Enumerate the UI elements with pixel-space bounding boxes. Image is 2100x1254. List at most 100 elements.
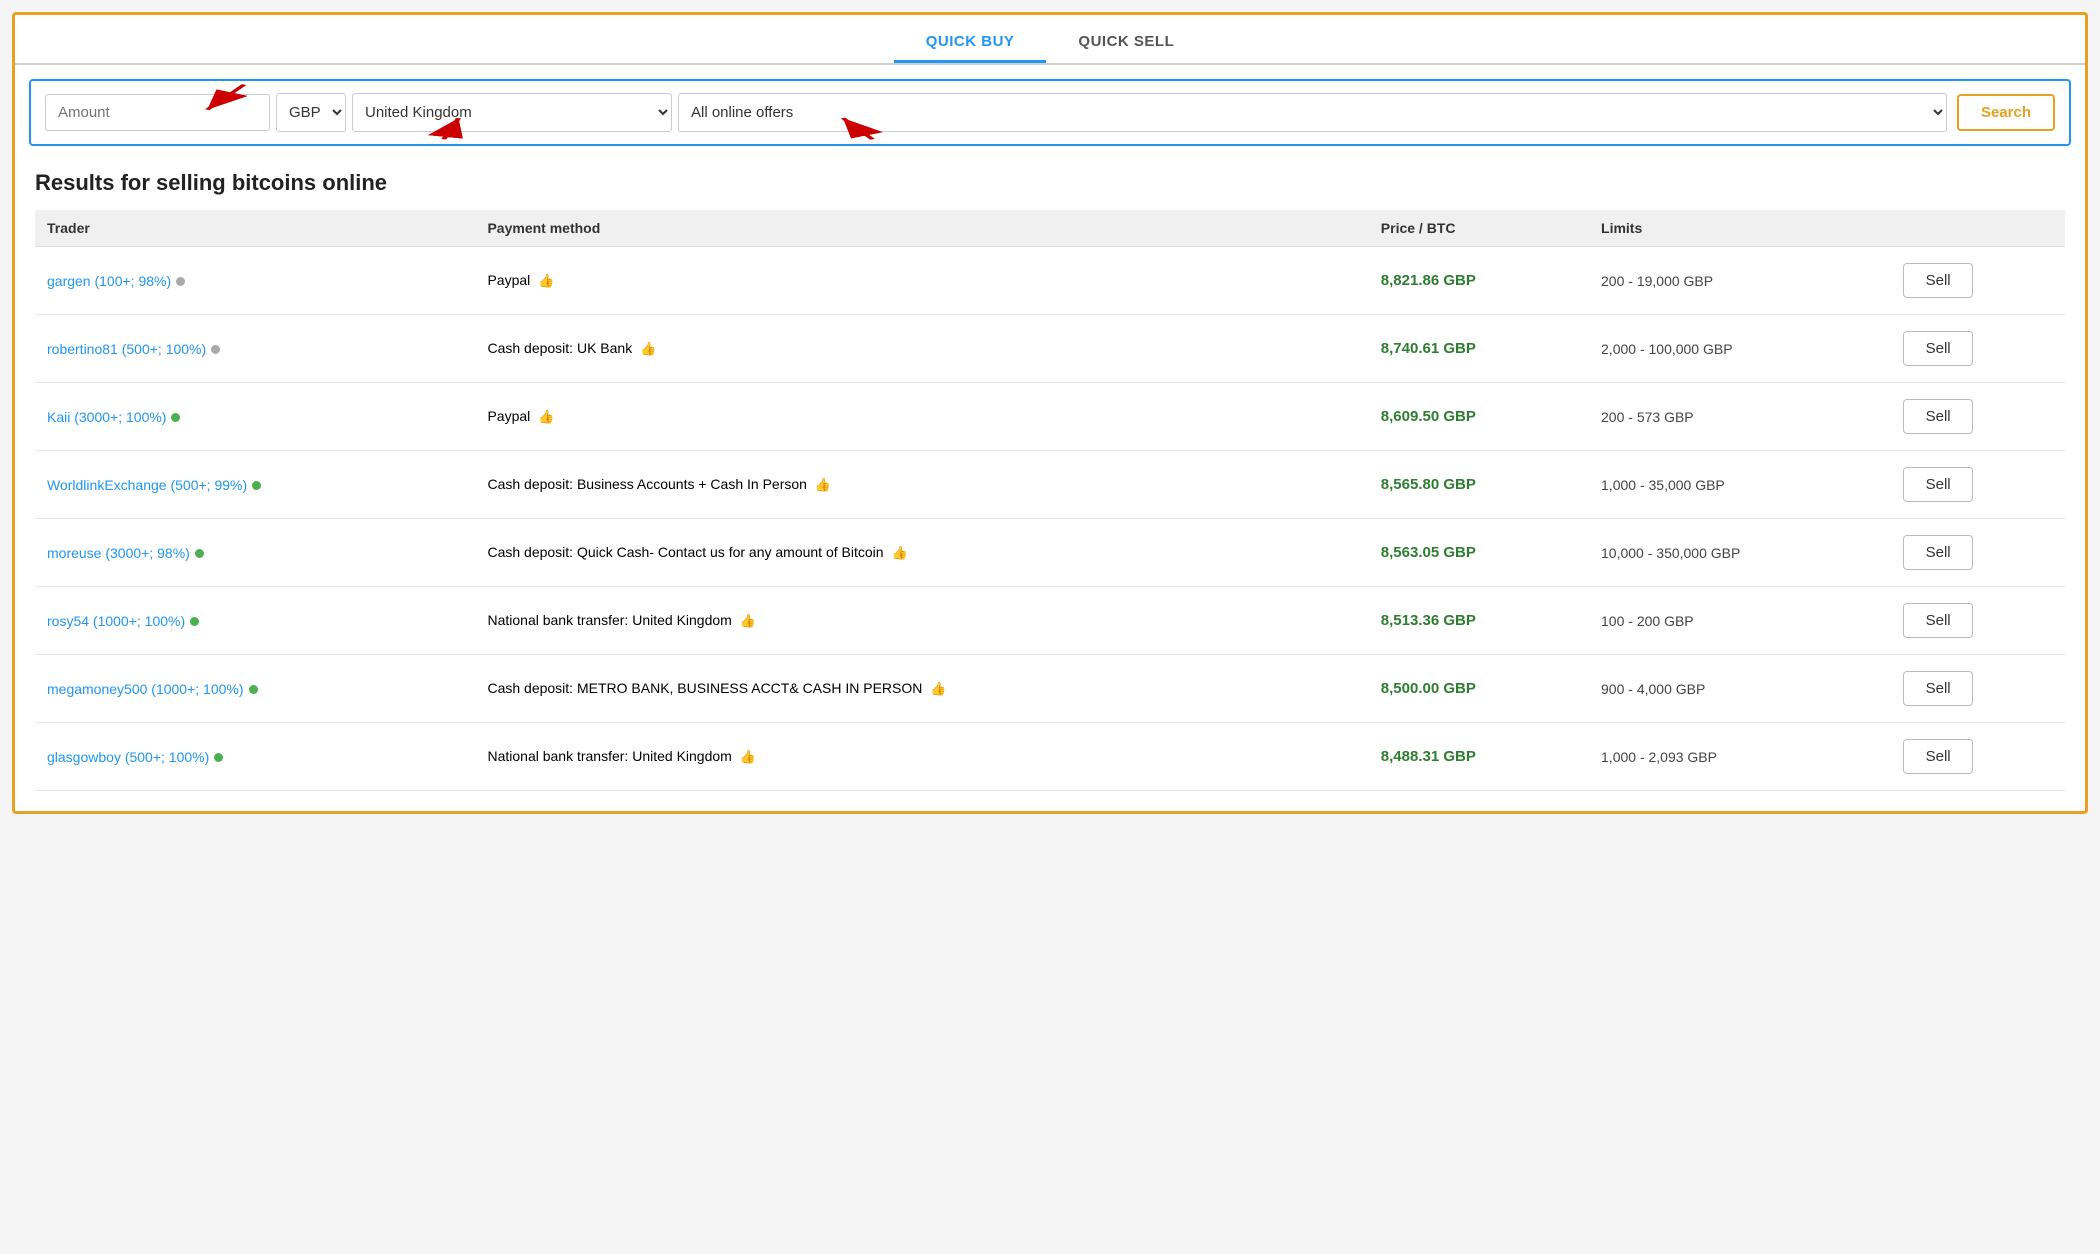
search-button[interactable]: Search (1957, 94, 2055, 131)
payment-cell: Cash deposit: Quick Cash- Contact us for… (475, 519, 1368, 587)
price-value: 8,565.80 GBP (1381, 476, 1476, 493)
currency-select[interactable]: GBP USD EUR (276, 93, 346, 132)
thumbs-up-icon: 👍 (740, 613, 756, 629)
sell-cell: Sell (1891, 383, 2065, 451)
trader-link[interactable]: megamoney500 (1000+; 100%) (47, 681, 244, 697)
sell-cell: Sell (1891, 315, 2065, 383)
trader-link[interactable]: Kaii (3000+; 100%) (47, 409, 166, 425)
trader-link[interactable]: glasgowboy (500+; 100%) (47, 749, 209, 765)
table-row: megamoney500 (1000+; 100%) Cash deposit: … (35, 655, 2065, 723)
payment-cell: National bank transfer: United Kingdom 👍 (475, 587, 1368, 655)
sell-button[interactable]: Sell (1903, 331, 1973, 366)
table-row: glasgowboy (500+; 100%) National bank tra… (35, 723, 2065, 791)
payment-cell: National bank transfer: United Kingdom 👍 (475, 723, 1368, 791)
status-dot (171, 413, 180, 422)
limits-cell: 200 - 19,000 GBP (1589, 247, 1891, 315)
tab-quick-buy[interactable]: QUICK BUY (894, 23, 1047, 63)
sell-cell: Sell (1891, 587, 2065, 655)
trader-cell: rosy54 (1000+; 100%) (35, 587, 475, 655)
tab-bar: QUICK BUY QUICK SELL (15, 15, 2085, 65)
sell-cell: Sell (1891, 519, 2065, 587)
sell-cell: Sell (1891, 247, 2065, 315)
trader-cell: megamoney500 (1000+; 100%) (35, 655, 475, 723)
trader-cell: moreuse (3000+; 98%) (35, 519, 475, 587)
trader-cell: Kaii (3000+; 100%) (35, 383, 475, 451)
sell-button[interactable]: Sell (1903, 263, 1973, 298)
trader-cell: WorldlinkExchange (500+; 99%) (35, 451, 475, 519)
status-dot (211, 345, 220, 354)
amount-input[interactable] (45, 94, 270, 131)
table-row: robertino81 (500+; 100%) Cash deposit: UK… (35, 315, 2065, 383)
price-cell: 8,513.36 GBP (1369, 587, 1589, 655)
payment-cell: Cash deposit: METRO BANK, BUSINESS ACCT&… (475, 655, 1368, 723)
search-bar-wrapper: GBP USD EUR United Kingdom United States… (15, 79, 2085, 146)
status-dot (249, 685, 258, 694)
sell-button[interactable]: Sell (1903, 399, 1973, 434)
tab-quick-sell[interactable]: QUICK SELL (1046, 23, 1206, 63)
price-value: 8,740.61 GBP (1381, 340, 1476, 357)
price-value: 8,500.00 GBP (1381, 680, 1476, 697)
main-container: QUICK BUY QUICK SELL GBP USD EUR United … (12, 12, 2088, 814)
limits-cell: 1,000 - 2,093 GBP (1589, 723, 1891, 791)
thumbs-up-icon: 👍 (891, 545, 907, 561)
limits-cell: 10,000 - 350,000 GBP (1589, 519, 1891, 587)
results-section: Results for selling bitcoins online Trad… (15, 160, 2085, 811)
sell-button[interactable]: Sell (1903, 671, 1973, 706)
limits-cell: 900 - 4,000 GBP (1589, 655, 1891, 723)
price-cell: 8,565.80 GBP (1369, 451, 1589, 519)
price-value: 8,488.31 GBP (1381, 748, 1476, 765)
limits-cell: 1,000 - 35,000 GBP (1589, 451, 1891, 519)
sell-button[interactable]: Sell (1903, 739, 1973, 774)
sell-cell: Sell (1891, 723, 2065, 791)
thumbs-up-icon: 👍 (538, 409, 554, 425)
sell-button[interactable]: Sell (1903, 467, 1973, 502)
trader-link[interactable]: rosy54 (1000+; 100%) (47, 613, 185, 629)
trader-cell: glasgowboy (500+; 100%) (35, 723, 475, 791)
table-row: WorldlinkExchange (500+; 99%) Cash deposi… (35, 451, 2065, 519)
price-value: 8,513.36 GBP (1381, 612, 1476, 629)
trader-link[interactable]: gargen (100+; 98%) (47, 273, 171, 289)
thumbs-up-icon: 👍 (640, 341, 656, 357)
trader-cell: robertino81 (500+; 100%) (35, 315, 475, 383)
country-select[interactable]: United Kingdom United States Germany (352, 93, 672, 132)
sell-cell: Sell (1891, 655, 2065, 723)
limits-cell: 2,000 - 100,000 GBP (1589, 315, 1891, 383)
status-dot (214, 753, 223, 762)
price-cell: 8,488.31 GBP (1369, 723, 1589, 791)
price-cell: 8,500.00 GBP (1369, 655, 1589, 723)
table-header-row: Trader Payment method Price / BTC Limits (35, 210, 2065, 247)
sell-button[interactable]: Sell (1903, 535, 1973, 570)
status-dot (195, 549, 204, 558)
trader-link[interactable]: robertino81 (500+; 100%) (47, 341, 206, 357)
sell-button[interactable]: Sell (1903, 603, 1973, 638)
price-cell: 8,563.05 GBP (1369, 519, 1589, 587)
col-header-action (1891, 210, 2065, 247)
trader-cell: gargen (100+; 98%) (35, 247, 475, 315)
limits-cell: 200 - 573 GBP (1589, 383, 1891, 451)
trader-link[interactable]: WorldlinkExchange (500+; 99%) (47, 477, 247, 493)
table-row: moreuse (3000+; 98%) Cash deposit: Quick … (35, 519, 2065, 587)
results-title: Results for selling bitcoins online (35, 170, 2065, 196)
thumbs-up-icon: 👍 (740, 749, 756, 765)
table-row: Kaii (3000+; 100%)Paypal 👍8,609.50 GBP20… (35, 383, 2065, 451)
col-header-price: Price / BTC (1369, 210, 1589, 247)
price-cell: 8,821.86 GBP (1369, 247, 1589, 315)
col-header-trader: Trader (35, 210, 475, 247)
search-bar: GBP USD EUR United Kingdom United States… (29, 79, 2071, 146)
price-cell: 8,609.50 GBP (1369, 383, 1589, 451)
sell-cell: Sell (1891, 451, 2065, 519)
offers-select[interactable]: All online offers Cash deposit Paypal Na… (678, 93, 1947, 132)
trade-table: Trader Payment method Price / BTC Limits… (35, 210, 2065, 791)
status-dot (176, 277, 185, 286)
payment-cell: Cash deposit: UK Bank 👍 (475, 315, 1368, 383)
thumbs-up-icon: 👍 (815, 477, 831, 493)
price-value: 8,609.50 GBP (1381, 408, 1476, 425)
trader-link[interactable]: moreuse (3000+; 98%) (47, 545, 190, 561)
payment-cell: Paypal 👍 (475, 247, 1368, 315)
payment-cell: Cash deposit: Business Accounts + Cash I… (475, 451, 1368, 519)
price-value: 8,563.05 GBP (1381, 544, 1476, 561)
thumbs-up-icon: 👍 (538, 273, 554, 289)
limits-cell: 100 - 200 GBP (1589, 587, 1891, 655)
thumbs-up-icon: 👍 (930, 681, 946, 697)
col-header-limits: Limits (1589, 210, 1891, 247)
